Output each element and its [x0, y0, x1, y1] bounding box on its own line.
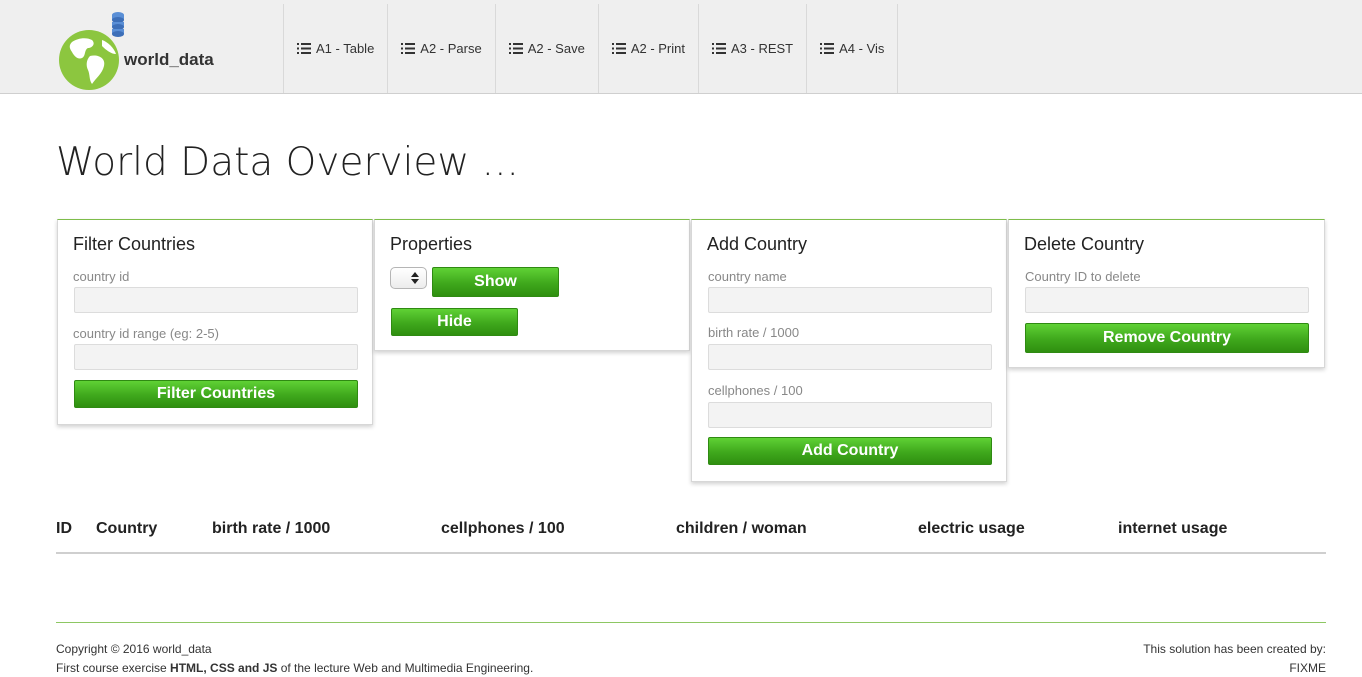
country-table-header: ID Country birth rate / 1000 cellphones …	[56, 508, 1326, 554]
country-id-range-label: country id range (eg: 2-5)	[73, 326, 219, 341]
nav-item-label: A2 - Parse	[420, 41, 482, 56]
select-arrows-icon	[411, 272, 419, 284]
nav-item-a1-table[interactable]: A1 - Table	[284, 4, 389, 93]
nav-item-a4-vis[interactable]: A4 - Vis	[807, 4, 899, 93]
cellphones-label: cellphones / 100	[708, 383, 803, 398]
footer-divider	[56, 622, 1326, 623]
panel-title: Delete Country	[1024, 234, 1145, 254]
column-header-birth-rate[interactable]: birth rate / 1000	[212, 520, 330, 538]
nav-item-label: A2 - Print	[630, 41, 685, 56]
list-icon	[401, 43, 416, 54]
list-icon	[611, 43, 626, 54]
delete-country-panel: Delete Country Country ID to delete Remo…	[1008, 219, 1325, 368]
nav-item-label: A2 - Save	[527, 41, 585, 56]
country-id-range-input[interactable]	[74, 344, 358, 370]
hide-property-button[interactable]: Hide	[391, 308, 518, 336]
properties-panel: Properties Show Hide	[374, 219, 690, 351]
brand-name: world_data	[124, 50, 214, 69]
list-icon	[297, 43, 311, 54]
top-navbar: world_data A1 - Table A2 - Parse A2 - Sa…	[0, 0, 1362, 94]
nav-item-a2-parse[interactable]: A2 - Parse	[388, 4, 496, 93]
footer-course-note: First course exercise HTML, CSS and JS o…	[56, 661, 533, 675]
nav-item-a3-rest[interactable]: A3 - REST	[699, 4, 808, 93]
column-header-id[interactable]: ID	[56, 520, 72, 538]
list-icon	[712, 43, 726, 54]
birth-rate-label: birth rate / 1000	[708, 325, 800, 340]
nav-item-a2-save[interactable]: A2 - Save	[496, 4, 599, 93]
delete-id-input[interactable]	[1025, 287, 1309, 313]
add-country-panel: Add Country country name birth rate / 10…	[691, 219, 1007, 482]
column-header-cellphones[interactable]: cellphones / 100	[441, 520, 565, 538]
birth-rate-input[interactable]	[708, 344, 992, 370]
add-country-button[interactable]: Add Country	[708, 437, 992, 465]
navbar-inner: world_data A1 - Table A2 - Parse A2 - Sa…	[56, 4, 1306, 93]
footer-copyright: Copyright © 2016 world_data	[56, 642, 212, 656]
footer-course-prefix: First course exercise	[56, 661, 171, 675]
remove-country-button[interactable]: Remove Country	[1025, 323, 1309, 353]
footer-course-bold: HTML, CSS and JS	[170, 661, 278, 675]
globe-database-logo-icon	[59, 12, 124, 90]
panel-title: Properties	[390, 234, 473, 254]
nav-item-label: A4 - Vis	[839, 41, 885, 56]
column-header-electric[interactable]: electric usage	[918, 520, 1025, 538]
property-select[interactable]	[390, 267, 427, 289]
list-icon	[508, 43, 523, 54]
panel-title: Add Country	[707, 234, 808, 254]
page-title: World Data Overview ...	[56, 140, 519, 185]
nav-item-label: A3 - REST	[731, 41, 794, 56]
country-id-input[interactable]	[74, 287, 358, 313]
brand-link[interactable]: world_data	[56, 4, 284, 93]
column-header-children[interactable]: children / woman	[676, 520, 807, 538]
footer-author: FIXME	[1289, 661, 1326, 675]
nav-item-label: A1 - Table	[316, 41, 375, 56]
delete-id-label: Country ID to delete	[1025, 269, 1141, 284]
country-name-input[interactable]	[708, 287, 992, 313]
list-icon	[820, 43, 835, 54]
column-header-internet[interactable]: internet usage	[1118, 520, 1227, 538]
filter-countries-panel: Filter Countries country id country id r…	[57, 219, 373, 425]
footer-course-suffix: of the lecture Web and Multimedia Engine…	[277, 661, 534, 675]
filter-countries-button[interactable]: Filter Countries	[74, 380, 358, 408]
cellphones-input[interactable]	[708, 402, 992, 428]
show-property-button[interactable]: Show	[432, 267, 559, 297]
nav-item-a2-print[interactable]: A2 - Print	[599, 4, 699, 93]
panel-title: Filter Countries	[73, 234, 196, 254]
footer-created-by: This solution has been created by:	[1143, 642, 1326, 656]
country-name-label: country name	[708, 269, 787, 284]
column-header-country[interactable]: Country	[96, 520, 157, 538]
country-id-label: country id	[73, 269, 130, 284]
